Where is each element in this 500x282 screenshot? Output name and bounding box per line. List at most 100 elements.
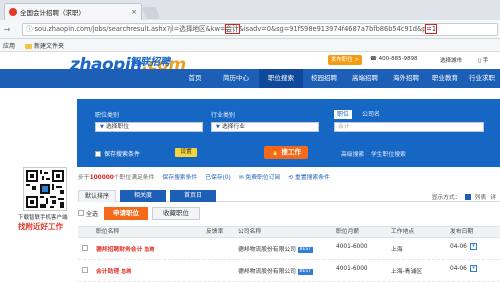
keyword-input[interactable]: 会计 — [334, 122, 484, 132]
search-jobs-button[interactable]: 🔥 搜工作 — [264, 146, 308, 159]
remember-conditions[interactable]: 保存搜索条件 — [95, 149, 140, 158]
browser-tab-bar: 全国会计招聘（求职） × — [0, 0, 500, 20]
saved-count-link[interactable]: 已保存(0) — [205, 172, 231, 181]
detail-view-label[interactable]: 详 — [490, 192, 496, 201]
campus-search-link[interactable]: 学生职位搜索 — [371, 149, 406, 158]
site-favicon-icon — [9, 8, 17, 16]
result-count: 步于100000个职位满足条件 — [78, 174, 155, 181]
mail-icon: ✉ — [238, 174, 246, 181]
url-keyword-highlight: 会计 — [224, 24, 240, 34]
url-field[interactable]: ⓘ sou.zhaopin.com/jobs/searchresult.ashx?… — [22, 23, 498, 36]
tab-company[interactable]: 公司名 — [359, 110, 383, 119]
list-view-icon[interactable] — [464, 193, 471, 200]
url-page-highlight: =1 — [425, 24, 438, 34]
select-all[interactable]: 全选 — [78, 209, 98, 218]
display-mode: 显示方式： 列表 详 — [432, 192, 496, 201]
nav-home[interactable]: 首页 — [177, 69, 213, 88]
action-row: 全选 申请职位 收藏职位 — [78, 206, 500, 220]
industry-label: 行业类别 — [211, 112, 236, 119]
salary: 4001-6000 — [336, 244, 368, 250]
location: 上海-青浦区 — [391, 269, 423, 275]
list-view-label[interactable]: 列表 — [475, 192, 487, 201]
tab-job[interactable]: 职位 — [334, 110, 353, 119]
subscribe-link[interactable]: ✉ 免费职位订阅 — [239, 172, 281, 181]
urgent-tag: 急聘 — [144, 247, 155, 253]
nav-high-end[interactable]: 高端招聘 — [345, 69, 385, 88]
qr-code-icon — [23, 167, 67, 211]
job-title-link[interactable]: 会计助理 急聘 — [96, 266, 131, 275]
address-bar: → ⓘ sou.zhaopin.com/jobs/searchresult.ash… — [0, 20, 500, 39]
post-job-button[interactable]: 发布职位 > — [328, 55, 362, 65]
nav-campus[interactable]: 校园招聘 — [304, 69, 344, 88]
set-button[interactable]: 设置 — [175, 148, 197, 157]
new-tab-button[interactable] — [141, 7, 161, 19]
fire-icon: 🔥 — [271, 148, 282, 156]
bookmark-apps[interactable]: 应用 — [3, 41, 15, 50]
bookmark-new-folder[interactable]: 新建文件夹 — [25, 41, 64, 50]
table-row: 德邦招聘财务会计 急聘 德邦物流股份有限公司 BEST 4001-6000 上海 0… — [78, 238, 500, 260]
main-navbar: 首页 简历中心 职位搜索 校园招聘 高端招聘 海外招聘 职业教育 行业求职 — [0, 69, 500, 88]
save-conditions-link[interactable]: 保存搜索条件 — [162, 172, 197, 181]
page-info-icon[interactable]: ⓘ — [26, 25, 33, 33]
best-badge: BEST — [297, 246, 313, 253]
mobile-link[interactable]: ▯ 手 — [478, 56, 488, 64]
table-header: 职位名称 反馈率 公司名称 职位月薪 工作地点 发布日期 — [78, 226, 500, 238]
tab-default-sort[interactable]: 默认排序 — [78, 190, 116, 202]
forward-arrow-icon[interactable]: → — [2, 25, 12, 34]
folder-icon — [25, 43, 33, 49]
qr-slogan: 找附近好工作 — [18, 222, 63, 231]
job-title-link[interactable]: 德邦招聘财务会计 急聘 — [96, 244, 154, 253]
tab-title: 全国会计招聘（求职） — [20, 9, 85, 17]
col-job-title: 职位名称 — [96, 229, 120, 235]
table-row: 会计助理 急聘 德邦物流股份有限公司 BEST 4001-6000 上海-青浦区 0… — [78, 260, 500, 282]
tab-relevance[interactable]: 相关度 — [120, 190, 166, 202]
row-checkbox[interactable] — [82, 245, 88, 251]
saved-conditions-row: 步于100000个职位满足条件 保存搜索条件 已保存(0) ✉ 免费职位订阅 ⟲… — [78, 172, 330, 181]
tab-first-page[interactable]: 首页日 — [170, 190, 216, 202]
select-all-checkbox[interactable] — [78, 210, 84, 216]
nav-job-search[interactable]: 职位搜索 — [259, 69, 303, 88]
search-panel: 职位类别 ▼ 选择职位 行业类别 ▼ 选择行业 职位 公司名 会计 保存搜索条件 设… — [77, 99, 500, 167]
nav-overseas[interactable]: 海外招聘 — [386, 69, 426, 88]
post-date: 04-06 — [450, 244, 467, 250]
col-feedback: 反馈率 — [206, 229, 224, 235]
advanced-search-link[interactable]: 高级搜索 — [341, 149, 364, 158]
salary: 4001-6000 — [336, 266, 368, 272]
nav-education[interactable]: 职业教育 — [427, 69, 463, 88]
url-prefix: sou.zhaopin.com/jobs/searchresult.ashx?j… — [34, 25, 226, 33]
col-location: 工作地点 — [391, 229, 415, 235]
best-badge: BEST — [297, 268, 313, 275]
logo-cn-text: 智联招聘 — [130, 57, 170, 68]
job-category-label: 职位类别 — [95, 112, 120, 119]
reset-link[interactable]: ⟲ 重置搜索条件 — [288, 172, 330, 181]
caret-down-icon: ▼ — [216, 124, 220, 130]
select-city-link[interactable]: 选择城市 — [440, 56, 462, 64]
location: 上海 — [391, 247, 403, 253]
col-date: 发布日期 — [450, 229, 474, 235]
apply-job-button[interactable]: 申请职位 — [104, 206, 149, 220]
result-tabs: 默认排序 相关度 首页日 显示方式： 列表 详 — [78, 190, 500, 202]
nav-industry[interactable]: 行业求职 — [464, 69, 500, 88]
close-tab-icon[interactable]: × — [131, 8, 137, 16]
expand-icon[interactable]: ▾ — [470, 243, 477, 250]
row-checkbox[interactable] — [82, 267, 88, 273]
hotline: ☎ 400-885-9898 — [370, 56, 418, 62]
qr-caption: 下载智联手机客户端 — [18, 215, 68, 221]
browser-tab[interactable]: 全国会计招聘（求职） × — [4, 3, 142, 20]
reset-icon: ⟲ — [288, 174, 296, 181]
urgent-tag: 急聘 — [121, 269, 132, 275]
job-category-select[interactable]: ▼ 选择职位 — [95, 122, 203, 132]
favorite-job-button[interactable]: 收藏职位 — [152, 206, 201, 220]
bookmarks-bar: 应用 新建文件夹 — [0, 39, 500, 52]
company-link[interactable]: 德邦物流股份有限公司 BEST — [238, 244, 313, 253]
industry-select[interactable]: ▼ 选择行业 — [211, 122, 319, 132]
remember-checkbox[interactable] — [95, 150, 101, 157]
company-link[interactable]: 德邦物流股份有限公司 BEST — [238, 266, 313, 275]
col-salary: 职位月薪 — [336, 229, 360, 235]
expand-icon[interactable]: ▾ — [470, 265, 477, 272]
app-download-qr[interactable]: 下载智联手机客户端 找附近好工作 — [18, 167, 70, 231]
nav-resume-center[interactable]: 简历中心 — [214, 69, 258, 88]
post-date: 04-06 — [450, 266, 467, 272]
url-middle: &isadv=0&sg=91f598e913974f4687a7bfb86b54… — [238, 25, 427, 33]
col-company: 公司名称 — [238, 229, 262, 235]
